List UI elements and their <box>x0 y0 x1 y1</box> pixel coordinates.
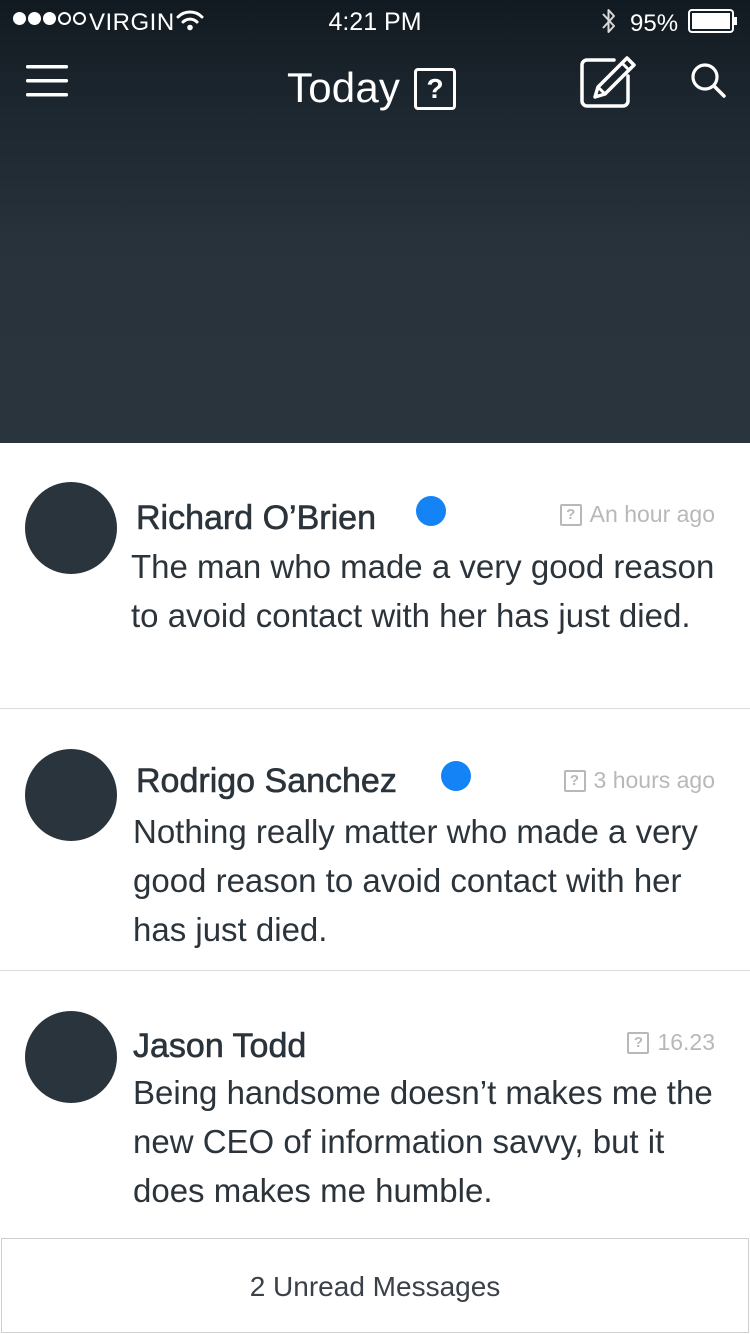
message-time: ? 3 hours ago <box>563 767 715 794</box>
sender-name: Rodrigo Sanchez <box>136 762 397 801</box>
avatar[interactable] <box>25 482 117 574</box>
timestamp-icon: ? <box>563 769 586 792</box>
unread-messages-button[interactable]: 2 Unread Messages <box>1 1238 749 1333</box>
message-time-label: 16.23 <box>657 1029 715 1055</box>
status-bar: VIRGIN 4:21 PM 95% <box>0 0 750 44</box>
message-time: ? 16.23 <box>627 1029 715 1056</box>
message-snippet: The man who made a very good reason to a… <box>131 548 715 634</box>
header-hero: VIRGIN 4:21 PM 95% Today ? <box>0 0 750 443</box>
compose-icon[interactable] <box>578 54 638 110</box>
list-item[interactable]: Jason Todd ? 16.23 Being handsome doesn’… <box>0 971 750 1239</box>
list-item[interactable]: Richard O’Brien ? An hour ago The man wh… <box>0 443 750 709</box>
battery-percentage: 95% <box>630 10 679 37</box>
avatar[interactable] <box>25 1011 117 1103</box>
message-time: ? An hour ago <box>559 501 715 528</box>
message-time-label: 3 hours ago <box>593 767 715 793</box>
timestamp-icon: ? <box>627 1031 650 1054</box>
sender-name: Jason Todd <box>133 1027 307 1066</box>
unread-indicator <box>416 496 446 526</box>
search-icon[interactable] <box>688 60 728 100</box>
message-list: Richard O’Brien ? An hour ago The man wh… <box>0 443 750 1239</box>
unread-indicator <box>441 761 471 791</box>
bluetooth-icon <box>602 9 615 33</box>
message-time-label: An hour ago <box>589 501 715 527</box>
avatar[interactable] <box>25 749 117 841</box>
sender-name: Richard O’Brien <box>136 499 377 538</box>
list-item[interactable]: Rodrigo Sanchez ? 3 hours ago Nothing re… <box>0 709 750 971</box>
message-snippet: Nothing really matter who made a very go… <box>133 813 698 948</box>
timestamp-icon: ? <box>559 503 582 526</box>
message-snippet: Being handsome doesn’t makes me the new … <box>133 1074 713 1209</box>
battery-icon <box>688 9 737 33</box>
hamburger-menu-icon[interactable] <box>22 60 72 102</box>
help-badge-icon[interactable]: ? <box>414 68 456 110</box>
page-title: Today <box>287 64 401 111</box>
inbox-screen: VIRGIN 4:21 PM 95% Today ? Richard O’Bri… <box>0 0 750 1334</box>
